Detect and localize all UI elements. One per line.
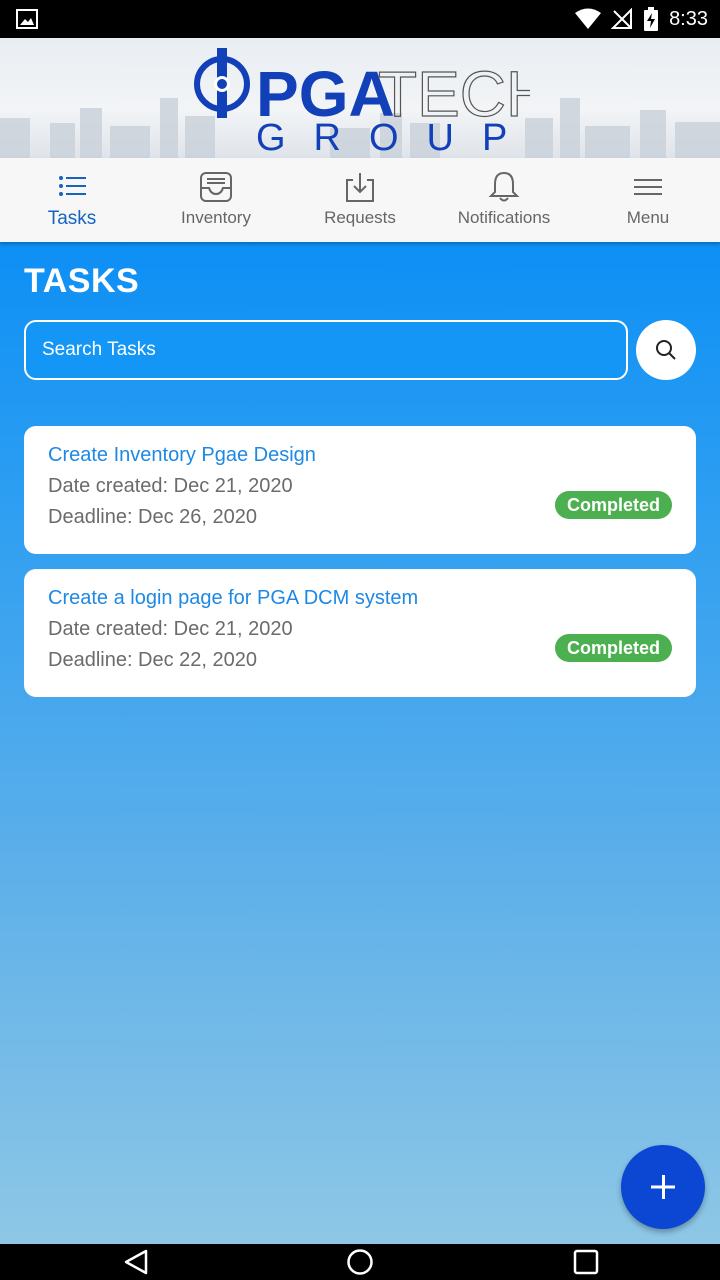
task-card[interactable]: Create a login page for PGA DCM system D… [24, 569, 696, 697]
no-signal-icon [611, 8, 633, 29]
task-deadline: Deadline: Dec 22, 2020 [48, 649, 258, 671]
search-icon [656, 340, 676, 360]
tab-requests[interactable]: Requests [288, 158, 432, 242]
system-navigation-bar [0, 1244, 720, 1280]
add-task-button[interactable] [621, 1145, 705, 1229]
status-badge: Completed [554, 491, 672, 519]
top-nav: Tasks Inventory Requests Notifications M… [0, 158, 720, 242]
pga-tech-group-logo: PGA TECH GROUP [194, 48, 530, 154]
download-icon [346, 173, 374, 202]
image-icon [16, 9, 38, 29]
search-input[interactable] [24, 320, 628, 380]
inbox-icon [200, 172, 232, 202]
home-icon[interactable] [346, 1248, 374, 1276]
hamburger-icon [634, 179, 662, 195]
task-title[interactable]: Create Inventory Pgae Design [48, 444, 316, 467]
tab-inventory[interactable]: Inventory [144, 158, 288, 242]
bell-icon [488, 171, 520, 202]
tab-menu-label: Menu [626, 208, 670, 227]
header-banner: PGA TECH GROUP [0, 38, 720, 158]
back-icon[interactable] [122, 1248, 150, 1276]
status-bar: 8:33 [0, 0, 720, 38]
status-time: 8:33 [669, 7, 708, 30]
plus-icon [651, 1175, 675, 1199]
tab-notifications-label: Notifications [457, 208, 551, 227]
recents-icon[interactable] [572, 1248, 600, 1276]
wifi-icon [575, 8, 602, 29]
task-card[interactable]: Create Inventory Pgae Design Date create… [24, 426, 696, 554]
battery-charging-icon [644, 7, 659, 31]
tab-tasks[interactable]: Tasks [0, 158, 144, 242]
list-icon [59, 176, 86, 196]
tab-inventory-label: Inventory [181, 208, 251, 227]
task-deadline: Deadline: Dec 26, 2020 [48, 506, 258, 528]
page-title: TASKS [24, 262, 140, 300]
tab-requests-label: Requests [324, 208, 396, 227]
tab-notifications[interactable]: Notifications [432, 158, 576, 242]
main-content: TASKS Create Inventory Pgae Design Date … [0, 242, 720, 1244]
task-date-created: Date created: Dec 21, 2020 [48, 618, 293, 640]
task-title[interactable]: Create a login page for PGA DCM system [48, 587, 418, 610]
search-button[interactable] [636, 320, 696, 380]
task-date-created: Date created: Dec 21, 2020 [48, 475, 293, 497]
tab-tasks-label: Tasks [47, 208, 97, 229]
status-badge: Completed [554, 634, 672, 662]
tab-menu[interactable]: Menu [576, 158, 720, 242]
svg-text:GROUP: GROUP [256, 117, 530, 154]
